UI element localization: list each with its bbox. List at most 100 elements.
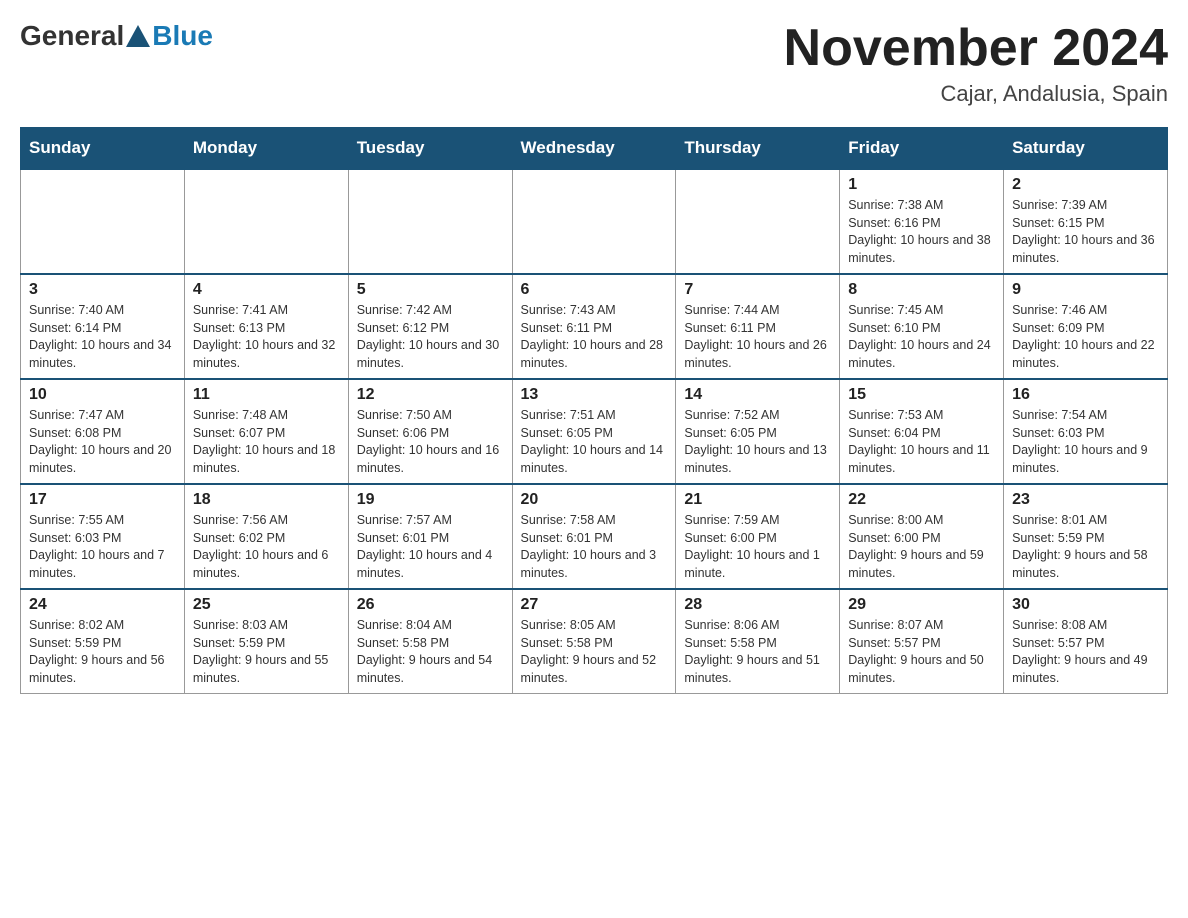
weekday-header-friday: Friday: [840, 128, 1004, 170]
day-info: Sunrise: 7:42 AMSunset: 6:12 PMDaylight:…: [357, 302, 504, 372]
day-info: Sunrise: 7:57 AMSunset: 6:01 PMDaylight:…: [357, 512, 504, 582]
calendar-cell: 12 Sunrise: 7:50 AMSunset: 6:06 PMDayligh…: [348, 379, 512, 484]
calendar-cell: 2Sunrise: 7:39 AMSunset: 6:15 PMDaylight…: [1004, 169, 1168, 274]
calendar-title: November 2024: [784, 20, 1168, 77]
page-header: General Blue November 2024 Cajar, Andalu…: [20, 20, 1168, 107]
weekday-header-tuesday: Tuesday: [348, 128, 512, 170]
day-number: 18: [193, 491, 340, 509]
logo-triangle-icon: [126, 25, 150, 47]
day-number: 8: [848, 281, 995, 299]
calendar-cell: 7 Sunrise: 7:44 AMSunset: 6:11 PMDaylight…: [676, 274, 840, 379]
calendar-cell: 30 Sunrise: 8:08 AMSunset: 5:57 PMDayligh…: [1004, 589, 1168, 694]
day-info: Sunrise: 8:01 AMSunset: 5:59 PMDaylight:…: [1012, 512, 1159, 582]
day-info: Sunrise: 7:51 AMSunset: 6:05 PMDaylight:…: [521, 407, 668, 477]
day-number: 23: [1012, 491, 1159, 509]
calendar-cell: 6Sunrise: 7:43 AMSunset: 6:11 PMDaylight…: [512, 274, 676, 379]
calendar-cell: 10Sunrise: 7:47 AMSunset: 6:08 PMDayligh…: [21, 379, 185, 484]
day-number: 24: [29, 596, 176, 614]
day-number: 17: [29, 491, 176, 509]
day-number: 11: [193, 386, 340, 404]
day-info: Sunrise: 7:47 AMSunset: 6:08 PMDaylight:…: [29, 407, 176, 477]
day-number: 14: [684, 386, 831, 404]
day-info: Sunrise: 7:41 AMSunset: 6:13 PMDaylight:…: [193, 302, 340, 372]
day-info: Sunrise: 8:05 AMSunset: 5:58 PMDaylight:…: [521, 617, 668, 687]
day-info: Sunrise: 7:38 AMSunset: 6:16 PMDaylight:…: [848, 197, 995, 267]
calendar-cell: 1 Sunrise: 7:38 AMSunset: 6:16 PMDaylight…: [840, 169, 1004, 274]
calendar-cell: 18 Sunrise: 7:56 AMSunset: 6:02 PMDayligh…: [184, 484, 348, 589]
day-info: Sunrise: 7:50 AMSunset: 6:06 PMDaylight:…: [357, 407, 504, 477]
day-info: Sunrise: 7:45 AMSunset: 6:10 PMDaylight:…: [848, 302, 995, 372]
day-info: Sunrise: 8:07 AMSunset: 5:57 PMDaylight:…: [848, 617, 995, 687]
calendar-cell: 3 Sunrise: 7:40 AMSunset: 6:14 PMDaylight…: [21, 274, 185, 379]
week-row-4: 17 Sunrise: 7:55 AMSunset: 6:03 PMDayligh…: [21, 484, 1168, 589]
week-row-5: 24 Sunrise: 8:02 AMSunset: 5:59 PMDayligh…: [21, 589, 1168, 694]
day-number: 16: [1012, 386, 1159, 404]
week-row-1: 1 Sunrise: 7:38 AMSunset: 6:16 PMDaylight…: [21, 169, 1168, 274]
logo-area: General Blue: [20, 20, 213, 52]
calendar-cell: 16 Sunrise: 7:54 AMSunset: 6:03 PMDayligh…: [1004, 379, 1168, 484]
calendar-cell: 8 Sunrise: 7:45 AMSunset: 6:10 PMDaylight…: [840, 274, 1004, 379]
calendar-cell: 20Sunrise: 7:58 AMSunset: 6:01 PMDayligh…: [512, 484, 676, 589]
day-info: Sunrise: 7:46 AMSunset: 6:09 PMDaylight:…: [1012, 302, 1159, 372]
calendar-cell: 14 Sunrise: 7:52 AMSunset: 6:05 PMDayligh…: [676, 379, 840, 484]
day-info: Sunrise: 8:04 AMSunset: 5:58 PMDaylight:…: [357, 617, 504, 687]
day-number: 22: [848, 491, 995, 509]
day-info: Sunrise: 7:58 AMSunset: 6:01 PMDaylight:…: [521, 512, 668, 582]
day-info: Sunrise: 7:56 AMSunset: 6:02 PMDaylight:…: [193, 512, 340, 582]
day-info: Sunrise: 7:55 AMSunset: 6:03 PMDaylight:…: [29, 512, 176, 582]
calendar-cell: 5 Sunrise: 7:42 AMSunset: 6:12 PMDaylight…: [348, 274, 512, 379]
day-info: Sunrise: 7:40 AMSunset: 6:14 PMDaylight:…: [29, 302, 176, 372]
week-row-3: 10Sunrise: 7:47 AMSunset: 6:08 PMDayligh…: [21, 379, 1168, 484]
calendar-cell: 24 Sunrise: 8:02 AMSunset: 5:59 PMDayligh…: [21, 589, 185, 694]
day-number: 27: [521, 596, 668, 614]
day-number: 1: [848, 176, 995, 194]
calendar-cell: 21 Sunrise: 7:59 AMSunset: 6:00 PMDayligh…: [676, 484, 840, 589]
calendar-cell: [21, 169, 185, 274]
calendar-cell: 26 Sunrise: 8:04 AMSunset: 5:58 PMDayligh…: [348, 589, 512, 694]
calendar-cell: 29 Sunrise: 8:07 AMSunset: 5:57 PMDayligh…: [840, 589, 1004, 694]
calendar-cell: 23 Sunrise: 8:01 AMSunset: 5:59 PMDayligh…: [1004, 484, 1168, 589]
day-info: Sunrise: 7:44 AMSunset: 6:11 PMDaylight:…: [684, 302, 831, 372]
day-number: 21: [684, 491, 831, 509]
calendar-cell: [512, 169, 676, 274]
day-info: Sunrise: 7:52 AMSunset: 6:05 PMDaylight:…: [684, 407, 831, 477]
calendar-cell: [676, 169, 840, 274]
day-number: 12: [357, 386, 504, 404]
weekday-header-wednesday: Wednesday: [512, 128, 676, 170]
calendar-table: SundayMondayTuesdayWednesdayThursdayFrid…: [20, 127, 1168, 694]
day-info: Sunrise: 7:39 AMSunset: 6:15 PMDaylight:…: [1012, 197, 1159, 267]
day-number: 6: [521, 281, 668, 299]
weekday-header-sunday: Sunday: [21, 128, 185, 170]
day-number: 7: [684, 281, 831, 299]
day-number: 3: [29, 281, 176, 299]
calendar-cell: 13 Sunrise: 7:51 AMSunset: 6:05 PMDayligh…: [512, 379, 676, 484]
day-info: Sunrise: 8:06 AMSunset: 5:58 PMDaylight:…: [684, 617, 831, 687]
day-info: Sunrise: 7:59 AMSunset: 6:00 PMDaylight:…: [684, 512, 831, 582]
logo-general-text: General: [20, 20, 124, 52]
day-number: 25: [193, 596, 340, 614]
calendar-cell: 4 Sunrise: 7:41 AMSunset: 6:13 PMDaylight…: [184, 274, 348, 379]
day-info: Sunrise: 8:02 AMSunset: 5:59 PMDaylight:…: [29, 617, 176, 687]
day-number: 29: [848, 596, 995, 614]
calendar-cell: 11 Sunrise: 7:48 AMSunset: 6:07 PMDayligh…: [184, 379, 348, 484]
day-number: 26: [357, 596, 504, 614]
week-row-2: 3 Sunrise: 7:40 AMSunset: 6:14 PMDaylight…: [21, 274, 1168, 379]
weekday-header-row: SundayMondayTuesdayWednesdayThursdayFrid…: [21, 128, 1168, 170]
day-info: Sunrise: 7:48 AMSunset: 6:07 PMDaylight:…: [193, 407, 340, 477]
day-number: 19: [357, 491, 504, 509]
logo-blue-text: Blue: [152, 20, 213, 52]
calendar-cell: 25Sunrise: 8:03 AMSunset: 5:59 PMDayligh…: [184, 589, 348, 694]
logo: General Blue: [20, 20, 213, 52]
calendar-cell: [348, 169, 512, 274]
day-info: Sunrise: 8:00 AMSunset: 6:00 PMDaylight:…: [848, 512, 995, 582]
day-number: 13: [521, 386, 668, 404]
day-info: Sunrise: 8:08 AMSunset: 5:57 PMDaylight:…: [1012, 617, 1159, 687]
day-number: 4: [193, 281, 340, 299]
calendar-cell: 15Sunrise: 7:53 AMSunset: 6:04 PMDayligh…: [840, 379, 1004, 484]
day-info: Sunrise: 7:54 AMSunset: 6:03 PMDaylight:…: [1012, 407, 1159, 477]
day-number: 5: [357, 281, 504, 299]
day-number: 30: [1012, 596, 1159, 614]
calendar-subtitle: Cajar, Andalusia, Spain: [784, 81, 1168, 107]
calendar-cell: 22 Sunrise: 8:00 AMSunset: 6:00 PMDayligh…: [840, 484, 1004, 589]
weekday-header-thursday: Thursday: [676, 128, 840, 170]
